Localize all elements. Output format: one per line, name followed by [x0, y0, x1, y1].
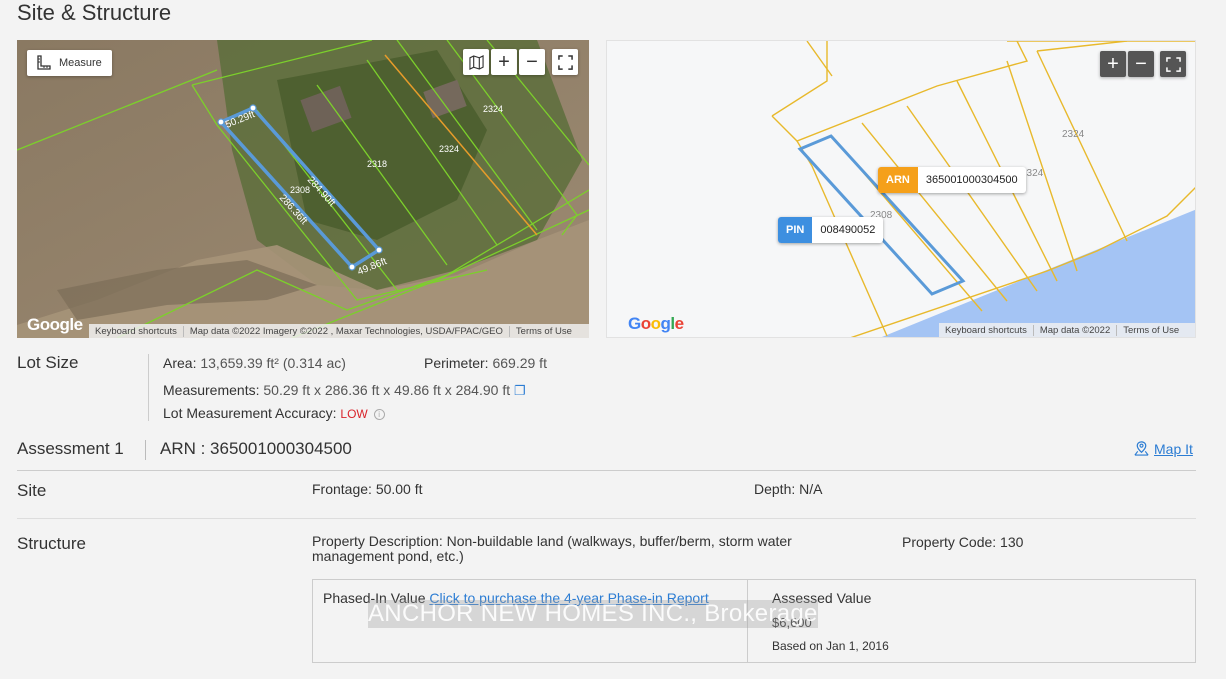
parcel-label: 2324	[483, 104, 503, 114]
site-label: Site	[17, 481, 47, 500]
site-structure-page: Site & Structure 2324 2324 2318 2308 50.…	[0, 0, 1226, 679]
divider	[148, 354, 149, 421]
property-code: Property Code: 130	[902, 534, 1024, 550]
arn-tag[interactable]: ARN 365001000304500	[878, 167, 1026, 193]
map-pin-icon	[1134, 441, 1149, 456]
frontage-value: Frontage: 50.00 ft	[312, 481, 423, 497]
arn-value: 365001000304500	[925, 174, 1018, 186]
assessment-date: Based on Jan 1, 2016	[772, 639, 889, 653]
zoom-in-button[interactable]: +	[1100, 51, 1126, 77]
arn-number: ARN : 365001000304500	[160, 439, 352, 458]
keyboard-shortcuts-link[interactable]: Keyboard shortcuts	[89, 326, 183, 337]
pin-tag[interactable]: PIN 008490052	[778, 217, 884, 243]
area-label: Area:	[163, 355, 197, 371]
structure-label: Structure	[17, 534, 86, 553]
map-icon	[468, 54, 484, 70]
description-line: Property Description: Non-buildable land…	[312, 533, 792, 549]
minus-icon: −	[526, 51, 538, 73]
measurements-label: Measurements:	[163, 382, 260, 398]
fullscreen-button[interactable]	[1160, 51, 1186, 77]
assessed-label: Assessed Value	[772, 590, 872, 606]
zoom-out-button[interactable]: −	[1128, 51, 1154, 77]
measurements-row: Measurements: 50.29 ft x 286.36 ft x 49.…	[163, 382, 526, 399]
measurements-value: 50.29 ft x 286.36 ft x 49.86 ft x 284.90…	[263, 382, 511, 398]
plus-icon: +	[498, 51, 510, 73]
assessment-title: Assessment 1	[17, 439, 124, 458]
map-it-label: Map It	[1154, 440, 1193, 457]
accuracy-row: Lot Measurement Accuracy: LOW i	[163, 405, 385, 421]
measure-label: Measure	[59, 57, 102, 69]
divider	[747, 580, 748, 662]
perimeter-label: Perimeter:	[424, 355, 489, 371]
phased-in-label: Phased-In Value	[323, 590, 426, 606]
values-box: Phased-In Value Click to purchase the 4-…	[312, 579, 1196, 663]
map-it-link[interactable]: Map It	[1133, 440, 1193, 457]
parcel-label: 2308	[290, 185, 310, 195]
ruler-icon	[37, 55, 51, 70]
parcel-label: 2318	[367, 159, 387, 169]
zoom-in-button[interactable]: +	[491, 49, 517, 75]
map-data-text: Map data ©2022 Imagery ©2022 , Maxar Tec…	[182, 325, 509, 337]
minus-icon: −	[1135, 53, 1147, 75]
map-attribution: Keyboard shortcuts Map data ©2022 Imager…	[89, 324, 589, 338]
divider	[145, 440, 146, 460]
perimeter-value: 669.29 ft	[492, 355, 547, 371]
description-line: management pond, etc.)	[312, 548, 464, 564]
plus-icon: +	[1107, 53, 1119, 75]
fullscreen-icon	[557, 54, 573, 70]
copy-icon[interactable]: ❐	[514, 383, 526, 399]
fullscreen-button[interactable]	[552, 49, 578, 75]
accuracy-value: LOW	[340, 407, 368, 421]
terms-link[interactable]: Terms of Use	[508, 325, 578, 337]
divider	[17, 518, 1196, 519]
google-logo: Google	[27, 315, 83, 334]
zoom-out-button[interactable]: −	[519, 49, 545, 75]
map-type-button[interactable]	[463, 49, 489, 75]
map-data-text: Map data ©2022	[1032, 324, 1116, 336]
area-value: 13,659.39 ft² (0.314 ac)	[200, 355, 346, 371]
keyboard-shortcuts-link[interactable]: Keyboard shortcuts	[939, 325, 1033, 336]
info-icon[interactable]: i	[373, 408, 385, 420]
satellite-map[interactable]: 2324 2324 2318 2308 50.29ft 284.90ft 286…	[17, 40, 589, 338]
google-logo: Google	[628, 314, 684, 333]
map-attribution: Keyboard shortcuts Map data ©2022 Terms …	[939, 323, 1195, 337]
arn-key: ARN	[878, 167, 918, 193]
accuracy-label: Lot Measurement Accuracy:	[163, 405, 337, 421]
parcel-map[interactable]: 2324 2324 2308 ARN 365001000304500 PIN 0…	[606, 40, 1196, 338]
lot-size-label: Lot Size	[17, 353, 79, 372]
pin-key: PIN	[778, 217, 813, 243]
depth-value: Depth: N/A	[754, 481, 823, 497]
perimeter-row: Perimeter: 669.29 ft	[424, 355, 547, 371]
divider	[17, 470, 1196, 471]
assessed-amount: $6,600	[772, 615, 812, 630]
fullscreen-icon	[1165, 56, 1181, 72]
parcel-label: 2324	[439, 144, 459, 154]
terms-link[interactable]: Terms of Use	[1116, 324, 1185, 336]
property-description: Property Description: Non-buildable land…	[312, 534, 792, 564]
parcel-label: 2324	[1062, 129, 1085, 140]
area-row: Area: 13,659.39 ft² (0.314 ac)	[163, 355, 346, 371]
satellite-imagery: 2324 2324 2318 2308 50.29ft 284.90ft 286…	[17, 40, 589, 338]
phase-in-report-link[interactable]: Click to purchase the 4-year Phase-in Re…	[429, 590, 708, 606]
page-title: Site & Structure	[17, 0, 172, 25]
measure-button[interactable]: Measure	[27, 50, 112, 76]
pin-value: 008490052	[820, 224, 876, 236]
phased-in-row: Phased-In Value Click to purchase the 4-…	[323, 590, 709, 606]
